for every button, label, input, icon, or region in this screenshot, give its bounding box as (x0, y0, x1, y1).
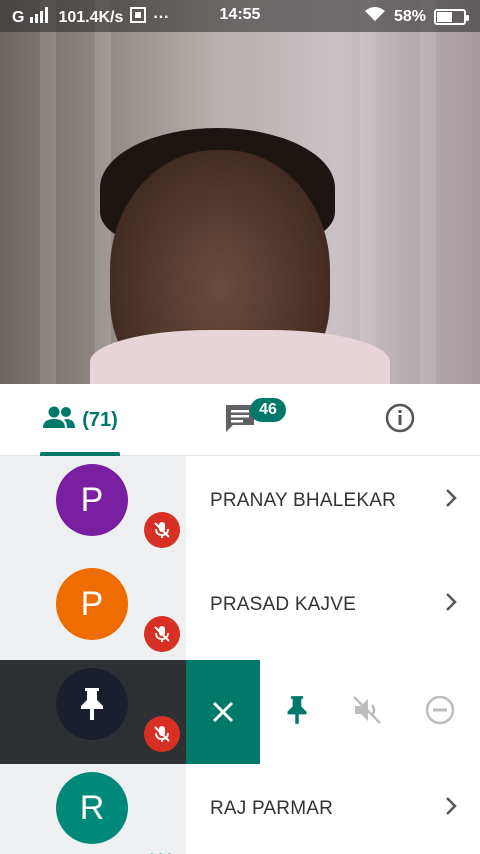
tab-bar: (71) 46 (0, 384, 480, 456)
avatar: P (56, 568, 128, 640)
participant-actions-panel (260, 660, 480, 764)
remove-button[interactable] (424, 694, 456, 731)
wifi-icon (364, 6, 386, 27)
tab-chat[interactable]: 46 (160, 384, 320, 456)
pin-icon (287, 695, 307, 724)
participant-row[interactable]: P PRASAD KAJVE (0, 560, 480, 664)
chevron-right-icon[interactable] (444, 486, 458, 515)
volume-off-icon (353, 695, 381, 724)
remove-icon (425, 695, 454, 724)
participant-avatar-area: P (0, 456, 186, 560)
participant-name: PRASAD KAJVE (210, 594, 357, 615)
battery-icon (434, 8, 469, 25)
participant-avatar-area: R ••• (0, 764, 186, 854)
participant-row[interactable]: R ••• RAJ PARMAR (0, 764, 480, 854)
participant-avatar-area (0, 660, 186, 764)
pin-icon (81, 688, 103, 720)
tab-people[interactable]: (71) (0, 384, 160, 456)
mic-off-icon (144, 616, 180, 652)
tab-info[interactable] (320, 384, 480, 456)
people-icon (42, 405, 76, 435)
mic-off-icon (144, 512, 180, 548)
battery-percent: 58% (393, 7, 426, 25)
chevron-right-icon[interactable] (444, 794, 458, 823)
main-video[interactable] (0, 0, 480, 384)
status-bar: G 101.4K/s ··· 14:55 58% (0, 0, 480, 32)
participant-row[interactable]: P PRANAY BHALEKAR (0, 456, 480, 560)
participant-name: RAJ PARMAR (210, 798, 334, 819)
mute-button[interactable] (351, 694, 383, 731)
pin-button[interactable] (284, 694, 310, 731)
chevron-right-icon[interactable] (444, 590, 458, 619)
avatar: P (56, 464, 128, 536)
participant-name: PRANAY BHALEKAR (210, 490, 397, 511)
pin-avatar (56, 668, 128, 740)
speaking-indicator: ••• (148, 844, 174, 854)
participant-row-actions-open[interactable] (0, 660, 480, 764)
mic-off-icon (144, 716, 180, 752)
people-count: (71) (82, 408, 118, 431)
video-person-shirt (90, 330, 390, 384)
avatar: R (56, 772, 128, 844)
chat-unread-badge: 46 (250, 398, 286, 422)
close-actions-button[interactable] (186, 660, 260, 764)
participant-avatar-area: P (0, 560, 186, 664)
info-icon (384, 402, 416, 439)
close-icon (212, 701, 234, 723)
